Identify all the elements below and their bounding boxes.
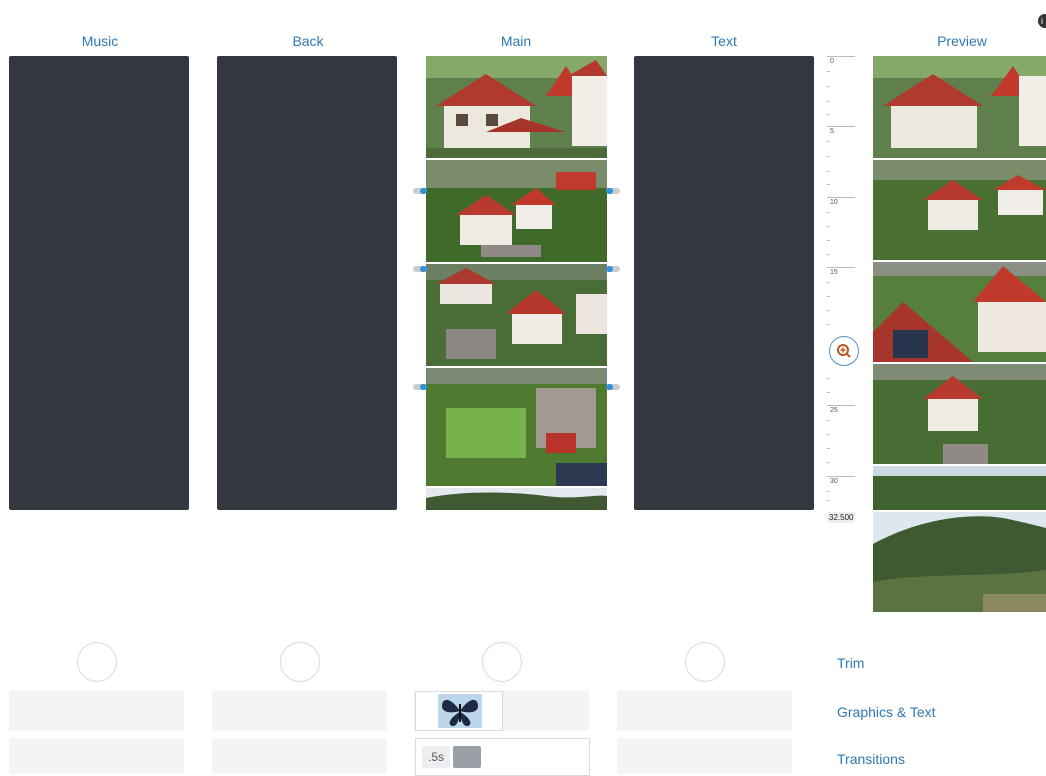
column-title-main: Main [500, 33, 532, 49]
clip-trim-handle[interactable] [413, 188, 427, 194]
music-add-button[interactable] [77, 642, 117, 682]
preview-frame [873, 160, 1046, 260]
ruler-tick-label: 15 [830, 269, 838, 276]
back-track[interactable] [217, 56, 397, 510]
main-add-button[interactable] [482, 642, 522, 682]
preview-frame [873, 56, 1046, 158]
music-track[interactable] [9, 56, 189, 510]
forest-photo-image [426, 488, 607, 510]
text-track[interactable] [634, 56, 814, 510]
ruler-tick-label: 30 [830, 478, 838, 485]
back-add-button[interactable] [280, 642, 320, 682]
back-panel-row[interactable] [212, 691, 387, 731]
transition-panel-row[interactable]: .5s [415, 738, 590, 776]
house-photo-image [426, 264, 607, 366]
column-title-text: Text [711, 33, 737, 49]
butterfly-icon [438, 694, 482, 728]
main-clip-house-1[interactable] [426, 56, 607, 158]
trim-link[interactable]: Trim [837, 655, 864, 671]
main-clip-garden[interactable] [426, 368, 607, 486]
preview-frame [873, 262, 1046, 362]
music-panel-row[interactable] [9, 691, 184, 731]
ruler-tick-label: 25 [830, 407, 838, 414]
back-panel-row[interactable] [212, 738, 387, 774]
zoom-in-button[interactable] [829, 336, 859, 366]
column-title-back: Back [292, 33, 324, 49]
preview-frame [873, 364, 1046, 464]
transitions-link[interactable]: Transitions [837, 751, 905, 767]
graphics-text-link[interactable]: Graphics & Text [837, 704, 936, 720]
zoom-in-icon [837, 344, 851, 358]
column-title-music: Music [81, 33, 119, 49]
text-panel-row[interactable] [617, 738, 792, 774]
preview-frame [873, 466, 1046, 510]
ruler-tick-label: 0 [830, 58, 834, 65]
text-add-button[interactable] [685, 642, 725, 682]
transition-swatch[interactable] [453, 746, 481, 768]
garden-photo-image [426, 368, 607, 486]
ruler-tick-label: 10 [830, 199, 838, 206]
info-icon[interactable]: i [1038, 14, 1046, 28]
house-photo-image [426, 56, 607, 158]
column-title-preview: Preview [937, 33, 987, 49]
clip-trim-handle[interactable] [413, 266, 427, 272]
main-clip-forest[interactable] [426, 488, 607, 510]
main-clip-house-3[interactable] [426, 264, 607, 366]
house-photo-image [426, 160, 607, 262]
main-clip-house-2[interactable] [426, 160, 607, 262]
ruler-tick-label: 5 [830, 128, 834, 135]
music-panel-row[interactable] [9, 738, 184, 774]
clip-trim-handle[interactable] [606, 188, 620, 194]
ruler-end-value: 32.500 [827, 512, 856, 523]
text-panel-row[interactable] [617, 691, 792, 731]
main-panel-row[interactable] [414, 691, 589, 731]
graphic-thumbnail[interactable] [415, 691, 503, 731]
timeline-ruler: 0 5 10 15 25 30 32.500 [827, 56, 857, 523]
transition-duration[interactable]: .5s [422, 746, 450, 768]
clip-trim-handle[interactable] [606, 266, 620, 272]
preview-frame [873, 512, 1046, 612]
clip-trim-handle[interactable] [413, 384, 427, 390]
clip-trim-handle[interactable] [606, 384, 620, 390]
